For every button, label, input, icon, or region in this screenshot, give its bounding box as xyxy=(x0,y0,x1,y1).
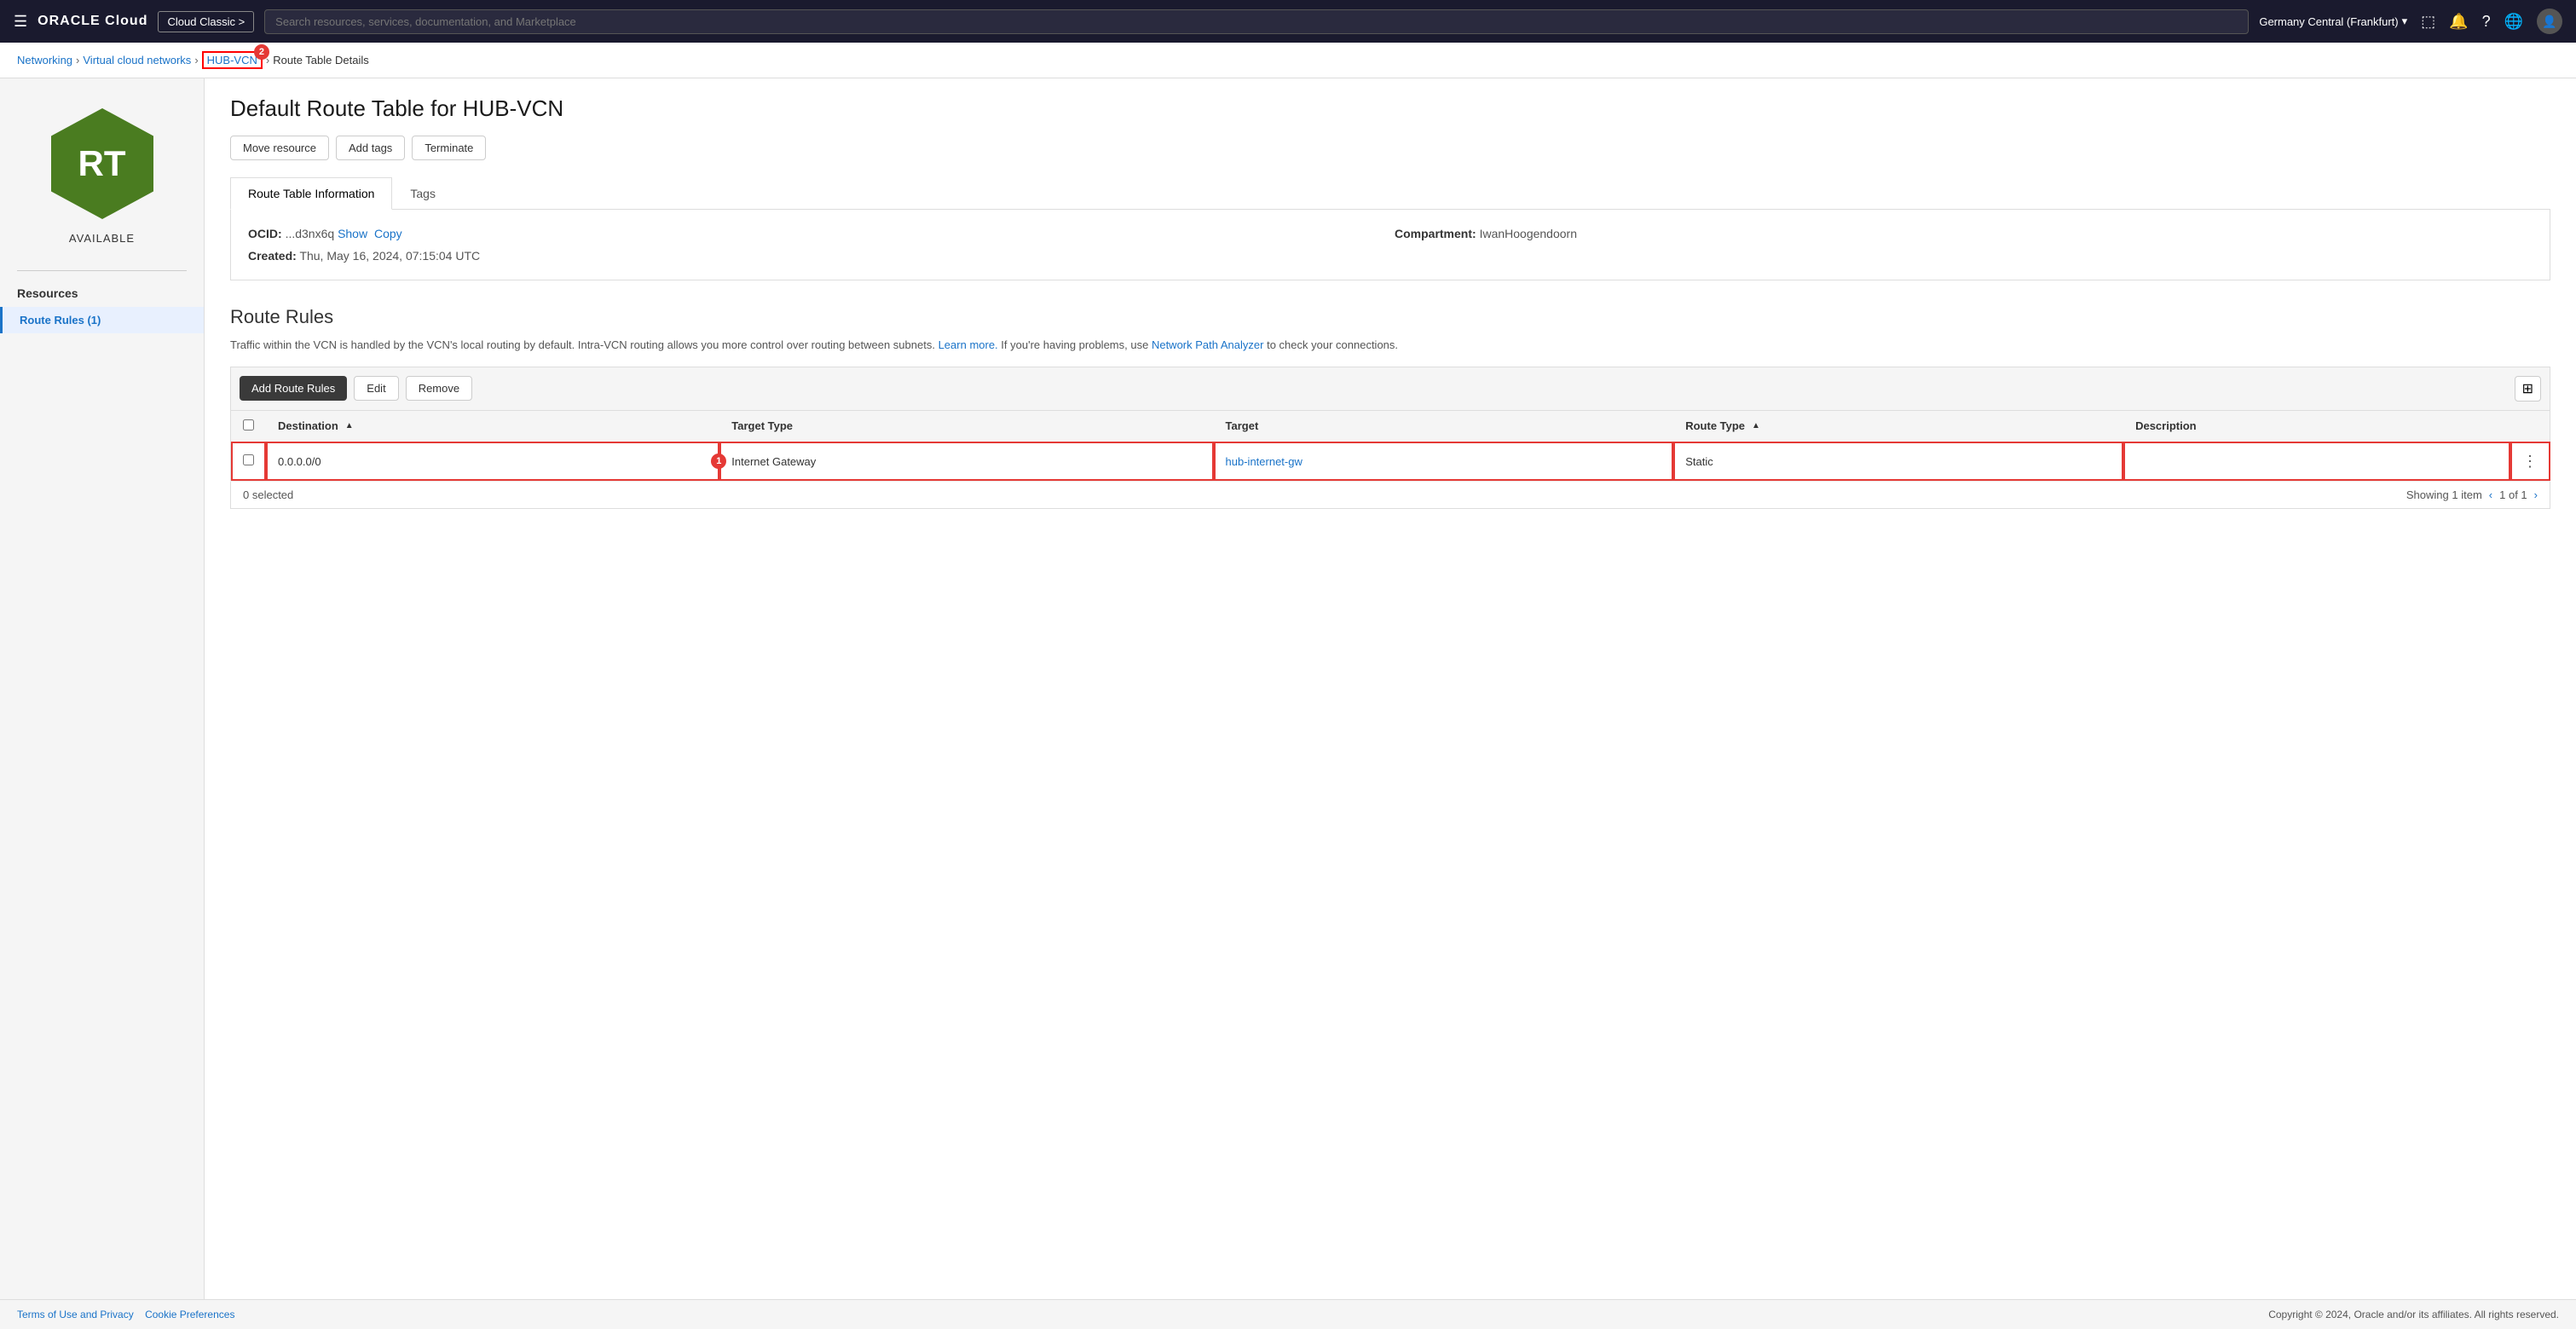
table-header-target-type: Target Type xyxy=(719,410,1213,442)
showing-text: Showing 1 item xyxy=(2406,488,2482,501)
add-route-rules-button[interactable]: Add Route Rules xyxy=(240,376,347,401)
tab-route-table-information[interactable]: Route Table Information xyxy=(230,177,392,210)
breadcrumb-hub-vcn[interactable]: HUB-VCN 2 xyxy=(202,51,263,69)
resources-title: Resources xyxy=(0,280,204,307)
row-checkbox-cell xyxy=(231,442,267,481)
created-value: Thu, May 16, 2024, 07:15:04 UTC xyxy=(299,249,480,263)
globe-icon[interactable]: 🌐 xyxy=(2504,13,2523,31)
route-rules-table-container: Destination ▲ Target Type Target xyxy=(230,410,2550,509)
table-header-target: Target xyxy=(1214,410,1674,442)
breadcrumb-vcn[interactable]: Virtual cloud networks xyxy=(83,54,191,66)
main-layout: RT AVAILABLE Resources Route Rules (1) D… xyxy=(0,78,2576,1299)
page-title: Default Route Table for HUB-VCN xyxy=(230,95,2550,122)
ocid-label: OCID: xyxy=(248,227,282,240)
action-buttons: Move resource Add tags Terminate xyxy=(230,136,2550,160)
breadcrumb: Networking › Virtual cloud networks › HU… xyxy=(0,43,2576,78)
row-target: hub-internet-gw xyxy=(1214,442,1674,481)
ocid-show-link[interactable]: Show xyxy=(338,227,367,240)
row-kebab-cell: ⋮ xyxy=(2510,442,2550,481)
sidebar: RT AVAILABLE Resources Route Rules (1) xyxy=(0,78,205,1299)
table-header-route-type[interactable]: Route Type ▲ xyxy=(1673,410,2123,442)
breadcrumb-networking[interactable]: Networking xyxy=(17,54,72,66)
code-icon[interactable]: ⬚ xyxy=(2421,13,2435,31)
search-input[interactable] xyxy=(264,9,2249,34)
resource-icon-container: RT AVAILABLE xyxy=(0,95,204,262)
table-header-row: Destination ▲ Target Type Target xyxy=(231,410,2550,442)
cloud-classic-button[interactable]: Cloud Classic > xyxy=(158,11,254,32)
prev-page-button[interactable]: ‹ xyxy=(2489,488,2492,501)
terms-link[interactable]: Terms of Use and Privacy xyxy=(17,1309,134,1320)
route-rules-description: Traffic within the VCN is handled by the… xyxy=(230,337,2550,355)
row-destination: 0.0.0.0/0 1 xyxy=(266,442,719,481)
row-description xyxy=(2123,442,2510,481)
page-number: 1 of 1 xyxy=(2499,488,2527,501)
edit-button[interactable]: Edit xyxy=(354,376,398,401)
table-help-button[interactable]: ⊞ xyxy=(2515,376,2541,402)
help-icon[interactable]: ? xyxy=(2482,13,2491,31)
route-rules-table: Destination ▲ Target Type Target xyxy=(230,410,2550,482)
select-all-checkbox[interactable] xyxy=(243,419,254,430)
route-rules-title: Route Rules xyxy=(230,306,2550,328)
created-row: Created: Thu, May 16, 2024, 07:15:04 UTC xyxy=(248,249,1386,263)
table-header-destination[interactable]: Destination ▲ xyxy=(266,410,719,442)
table-footer: 0 selected Showing 1 item ‹ 1 of 1 › xyxy=(230,482,2550,509)
oracle-logo: ORACLE Cloud xyxy=(38,14,147,29)
row-route-type: Static xyxy=(1673,442,2123,481)
region-selector[interactable]: Germany Central (Frankfurt) ▾ xyxy=(2259,14,2407,28)
table-toolbar: Add Route Rules Edit Remove ⊞ xyxy=(230,367,2550,410)
user-avatar[interactable]: 👤 xyxy=(2537,9,2562,34)
compartment-label: Compartment: xyxy=(1395,227,1476,240)
nav-right: Germany Central (Frankfurt) ▾ ⬚ 🔔 ? 🌐 👤 xyxy=(2259,9,2562,34)
tab-tags[interactable]: Tags xyxy=(392,177,453,210)
remove-button[interactable]: Remove xyxy=(406,376,472,401)
add-tags-button[interactable]: Add tags xyxy=(336,136,405,160)
compartment-row: Compartment: IwanHoogendoorn xyxy=(1395,227,2533,240)
table-header-checkbox xyxy=(231,410,267,442)
row-checkbox[interactable] xyxy=(243,454,254,465)
network-path-analyzer-link[interactable]: Network Path Analyzer xyxy=(1152,338,1264,351)
cookie-link[interactable]: Cookie Preferences xyxy=(145,1309,234,1320)
sidebar-item-route-rules[interactable]: Route Rules (1) xyxy=(0,307,204,333)
main-content: Default Route Table for HUB-VCN Move res… xyxy=(205,78,2576,1299)
created-label: Created: xyxy=(248,249,297,263)
selected-count: 0 selected xyxy=(243,488,293,501)
route-type-sort-icon: ▲ xyxy=(1752,421,1760,430)
row-badge: 1 xyxy=(711,454,726,469)
target-link[interactable]: hub-internet-gw xyxy=(1226,455,1302,468)
move-resource-button[interactable]: Move resource xyxy=(230,136,329,160)
table-row: 0.0.0.0/0 1 Internet Gateway hub-interne… xyxy=(231,442,2550,481)
breadcrumb-current: Route Table Details xyxy=(273,54,369,66)
destination-sort-icon: ▲ xyxy=(345,421,354,430)
pagination: Showing 1 item ‹ 1 of 1 › xyxy=(2406,488,2538,501)
learn-more-link[interactable]: Learn more. xyxy=(939,338,998,351)
page-footer: Terms of Use and Privacy Cookie Preferen… xyxy=(0,1299,2576,1329)
top-navigation: ☰ ORACLE Cloud Cloud Classic > Germany C… xyxy=(0,0,2576,43)
footer-links: Terms of Use and Privacy Cookie Preferen… xyxy=(17,1309,234,1320)
tabs: Route Table Information Tags xyxy=(230,177,2550,210)
ocid-value: ...d3nx6q xyxy=(286,227,335,240)
table-header-actions xyxy=(2510,410,2550,442)
hub-vcn-badge: 2 xyxy=(254,44,269,60)
ocid-copy-link[interactable]: Copy xyxy=(374,227,402,240)
row-kebab-menu[interactable]: ⋮ xyxy=(2522,453,2538,470)
info-panel: OCID: ...d3nx6q Show Copy Compartment: I… xyxy=(230,210,2550,280)
next-page-button[interactable]: › xyxy=(2534,488,2538,501)
status-badge: AVAILABLE xyxy=(69,232,135,245)
compartment-value: IwanHoogendoorn xyxy=(1480,227,1577,240)
row-target-type: Internet Gateway xyxy=(719,442,1213,481)
hamburger-menu-icon[interactable]: ☰ xyxy=(14,13,27,31)
terminate-button[interactable]: Terminate xyxy=(412,136,486,160)
ocid-row: OCID: ...d3nx6q Show Copy xyxy=(248,227,1386,240)
copyright-text: Copyright © 2024, Oracle and/or its affi… xyxy=(2268,1309,2559,1320)
rt-hexagon-icon: RT xyxy=(43,104,162,223)
table-header-description: Description xyxy=(2123,410,2510,442)
sidebar-divider xyxy=(17,270,187,271)
bell-icon[interactable]: 🔔 xyxy=(2449,13,2468,31)
info-grid: OCID: ...d3nx6q Show Copy Compartment: I… xyxy=(248,227,2533,263)
